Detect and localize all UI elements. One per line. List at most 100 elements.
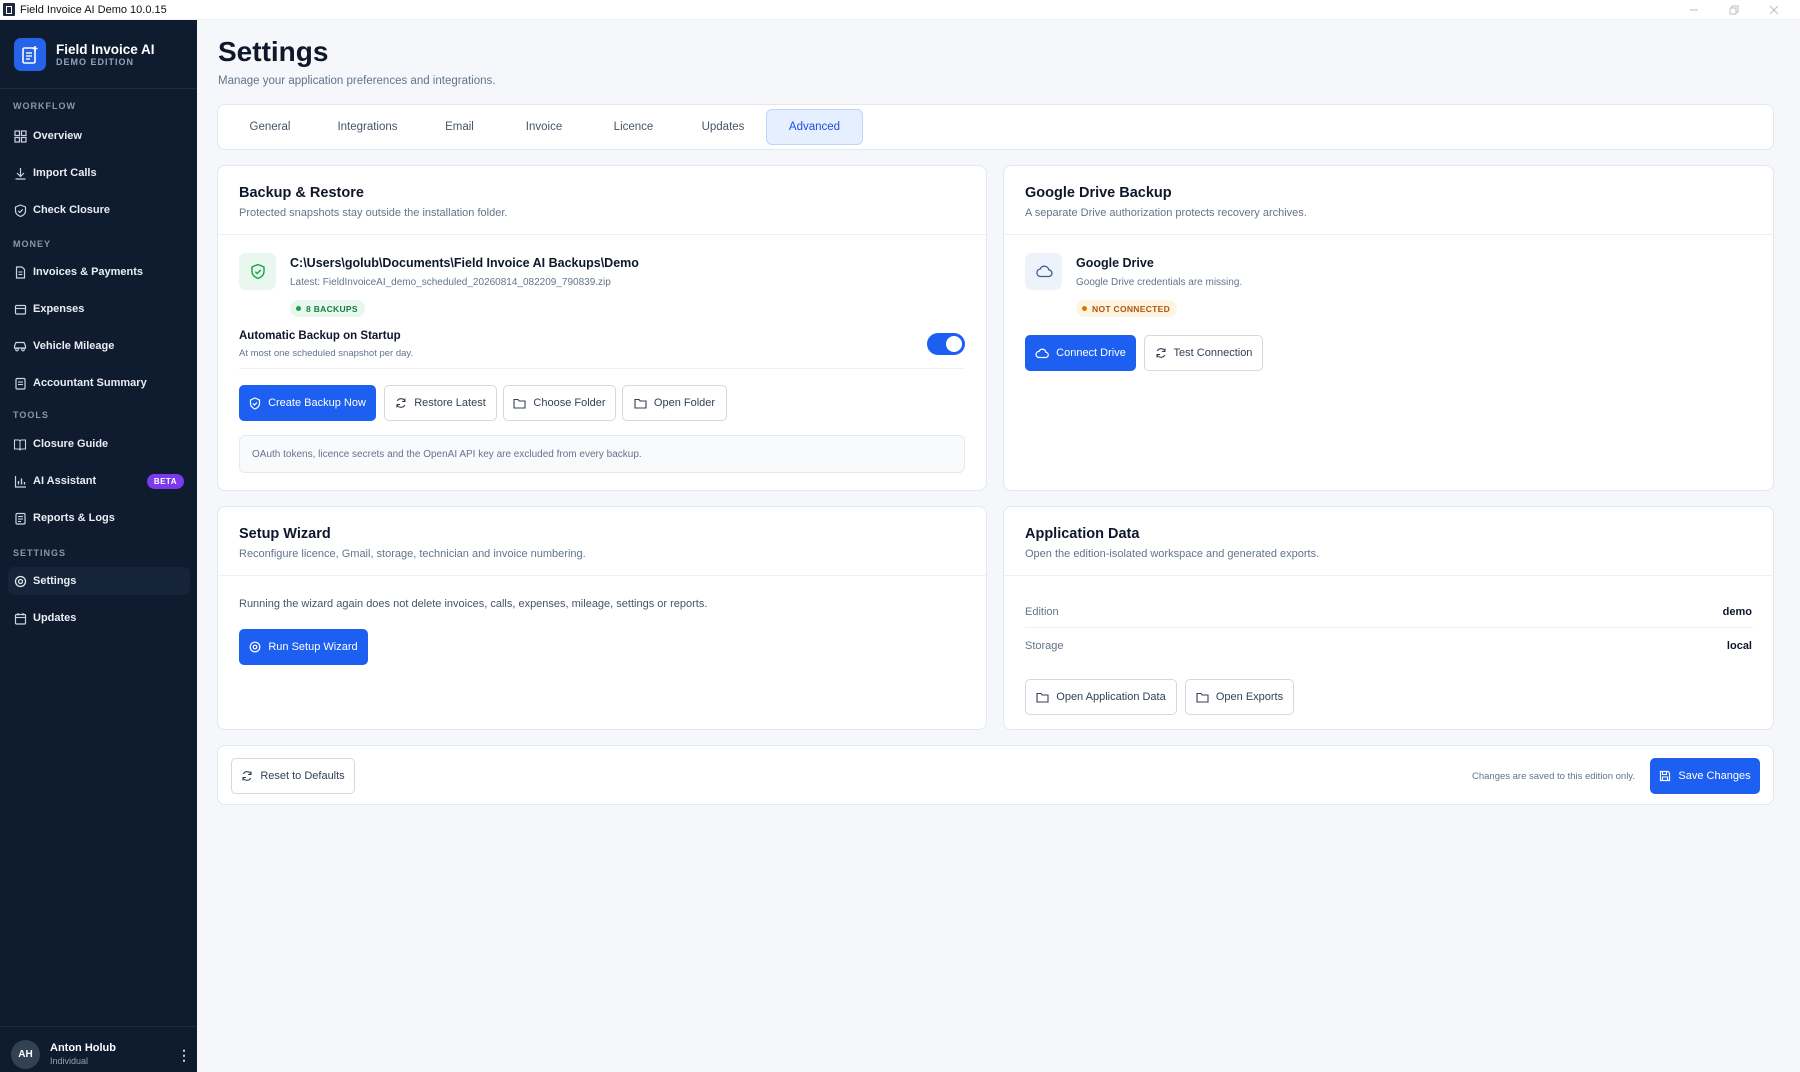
folder-icon [1196,692,1209,703]
sidebar-item-closure-guide[interactable]: Closure Guide [8,430,190,458]
auto-backup-description: At most one scheduled snapshot per day. [239,348,414,359]
sidebar-item-invoices-payments[interactable]: Invoices & Payments [8,258,190,286]
book-icon [13,437,27,451]
settings-tabs: General Integrations Email Invoice Licen… [217,104,1774,150]
open-folder-button[interactable]: Open Folder [622,385,727,421]
card-subtitle: Protected snapshots stay outside the ins… [239,207,508,219]
tab-advanced[interactable]: Advanced [766,109,863,145]
divider [218,234,986,235]
page-title: Settings [218,36,329,67]
sidebar-item-check-closure[interactable]: Check Closure [8,196,190,224]
reset-defaults-button[interactable]: Reset to Defaults [231,758,355,794]
section-label-workflow: WORKFLOW [13,101,76,111]
avatar: AH [11,1040,40,1069]
download-icon [13,166,27,180]
open-application-data-button[interactable]: Open Application Data [1025,679,1177,715]
refresh-icon [1155,347,1167,359]
divider [1004,234,1773,235]
sidebar: Field Invoice AI DEMO EDITION WORKFLOW O… [0,20,197,1072]
save-changes-button[interactable]: Save Changes [1650,758,1760,794]
cloud-icon [1025,253,1062,290]
sidebar-item-label: Import Calls [33,167,97,179]
tab-invoice[interactable]: Invoice [501,109,587,145]
card-subtitle: Reconfigure licence, Gmail, storage, tec… [239,548,586,560]
edition-label: Edition [1025,606,1059,618]
google-drive-card: Google Drive Backup A separate Drive aut… [1003,165,1774,491]
divider [0,1026,197,1027]
brand[interactable]: Field Invoice AI DEMO EDITION [14,38,155,71]
divider [218,575,986,576]
sidebar-item-label: Settings [33,575,77,587]
connect-drive-button[interactable]: Connect Drive [1025,335,1136,371]
folder-icon [513,398,526,409]
restore-icon[interactable] [1714,0,1754,20]
sidebar-item-vehicle-mileage[interactable]: Vehicle Mileage [8,332,190,360]
card-title: Setup Wizard [239,526,331,542]
folder-icon [1036,692,1049,703]
storage-label: Storage [1025,640,1064,652]
sidebar-item-settings[interactable]: Settings [8,567,190,595]
sidebar-item-ai-assistant[interactable]: AI Assistant BETA [8,467,190,495]
test-connection-button[interactable]: Test Connection [1144,335,1263,371]
storage-value: local [1726,640,1752,652]
run-setup-wizard-button[interactable]: Run Setup Wizard [239,629,368,665]
car-icon [13,339,27,353]
edition-value: demo [1722,606,1752,618]
card-subtitle: A separate Drive authorization protects … [1025,207,1307,219]
invoice-logo-icon [14,38,46,71]
sidebar-item-label: Accountant Summary [33,377,147,389]
app-icon [3,3,15,16]
sidebar-item-accountant-summary[interactable]: Accountant Summary [8,369,190,397]
tab-email[interactable]: Email [418,109,501,145]
tab-integrations[interactable]: Integrations [317,109,418,145]
more-vertical-icon[interactable]: ⋮ [177,1048,191,1062]
divider [1004,575,1773,576]
sidebar-item-overview[interactable]: Overview [8,122,190,150]
sidebar-item-label: Invoices & Payments [33,266,144,278]
minimize-icon[interactable] [1674,0,1714,20]
open-exports-button[interactable]: Open Exports [1185,679,1294,715]
refresh-icon [395,397,407,409]
application-data-card: Application Data Open the edition-isolat… [1003,506,1774,730]
beta-badge: BETA [146,473,184,489]
restore-latest-button[interactable]: Restore Latest [384,385,497,421]
sidebar-item-label: AI Assistant [33,475,97,487]
backup-exclusion-note: OAuth tokens, licence secrets and the Op… [239,435,965,473]
drive-description: Google Drive credentials are missing. [1076,277,1243,288]
auto-backup-toggle[interactable] [927,333,965,355]
sidebar-item-updates[interactable]: Updates [8,604,190,632]
brand-edition: DEMO EDITION [56,56,135,67]
close-icon[interactable] [1754,0,1794,20]
sidebar-item-label: Reports & Logs [33,512,115,524]
tab-general[interactable]: General [223,109,317,145]
drive-status-badge: NOT CONNECTED [1076,300,1178,317]
card-title: Google Drive Backup [1025,185,1172,201]
sidebar-item-import-calls[interactable]: Import Calls [8,159,190,187]
divider [239,368,965,369]
choose-folder-button[interactable]: Choose Folder [503,385,616,421]
sidebar-item-expenses[interactable]: Expenses [8,295,190,323]
create-backup-button[interactable]: Create Backup Now [239,385,376,421]
sidebar-item-label: Closure Guide [33,438,109,450]
sidebar-item-label: Updates [33,612,77,624]
refresh-icon [241,770,253,782]
backup-restore-card: Backup & Restore Protected snapshots sta… [217,165,987,491]
gear-icon [13,574,27,588]
window-titlebar: Field Invoice AI Demo 10.0.15 [0,0,1800,20]
document-icon [13,265,27,279]
sidebar-item-label: Overview [33,130,82,142]
clipboard-icon [13,376,27,390]
tab-licence[interactable]: Licence [587,109,680,145]
bar-chart-icon [13,474,27,488]
card-title: Backup & Restore [239,185,364,201]
cloud-icon [1035,348,1049,359]
report-icon [13,511,27,525]
window-title: Field Invoice AI Demo 10.0.15 [20,3,167,16]
backup-path: C:\Users\golub\Documents\Field Invoice A… [290,256,639,270]
divider [1025,627,1753,628]
user-profile[interactable]: AH Anton Holub Individual ⋮ [11,1040,191,1069]
grid-icon [13,129,27,143]
folder-icon [634,398,647,409]
tab-updates[interactable]: Updates [680,109,766,145]
sidebar-item-reports-logs[interactable]: Reports & Logs [8,504,190,532]
